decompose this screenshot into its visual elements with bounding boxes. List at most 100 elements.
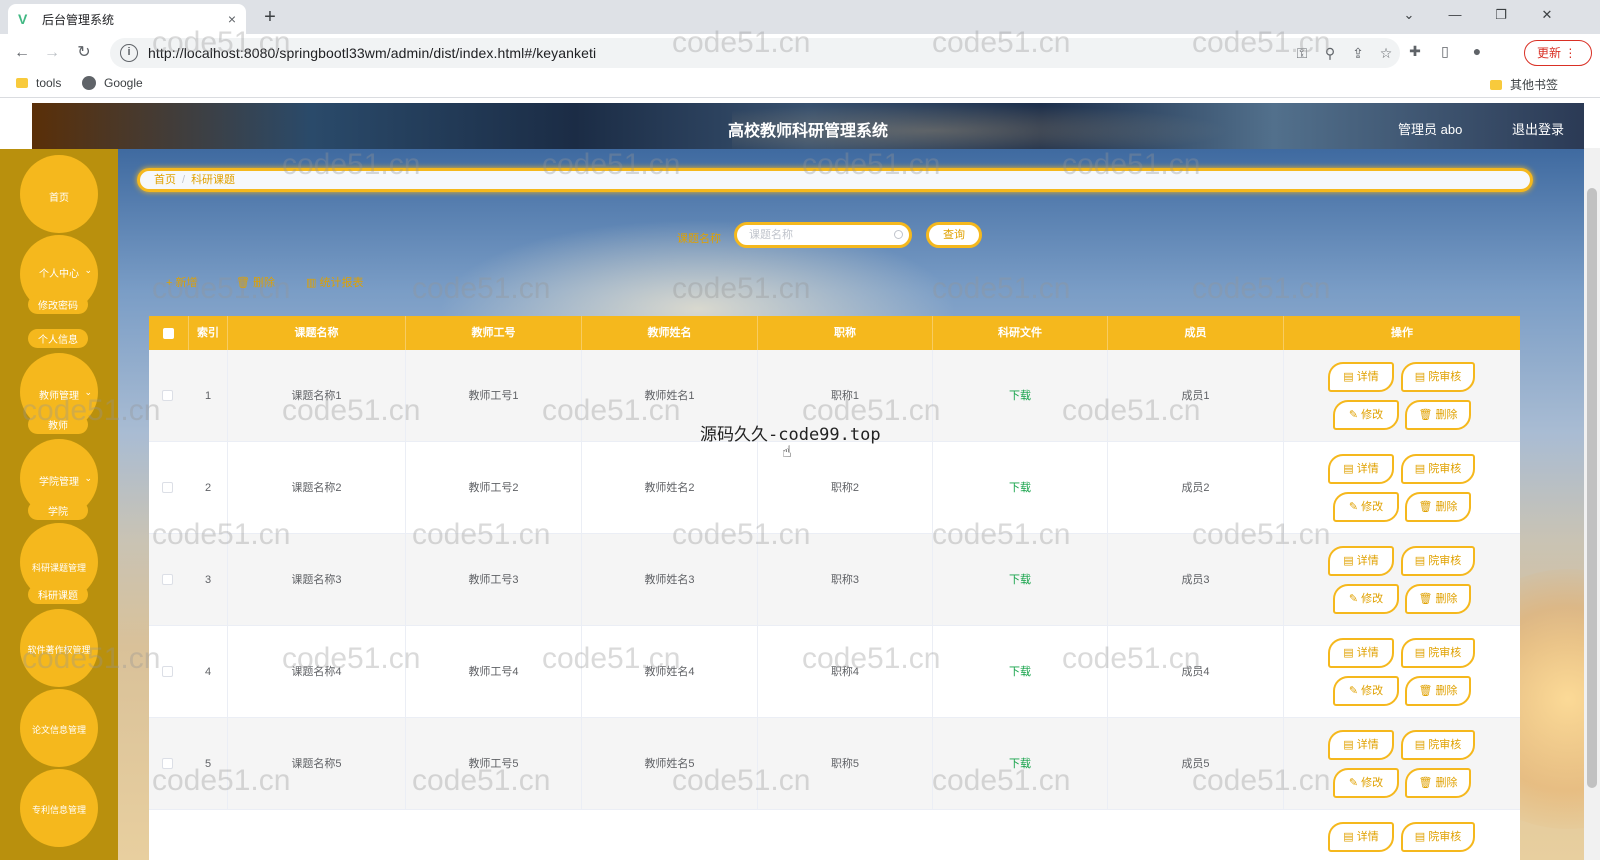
edit-label: 修改 bbox=[1361, 409, 1384, 421]
sidebar-sub-personal-info[interactable]: 个人信息 bbox=[28, 329, 88, 348]
search-input[interactable]: 课题名称 bbox=[734, 222, 912, 248]
reload-icon[interactable]: ↻ bbox=[72, 41, 96, 65]
star-icon[interactable]: ☆ bbox=[1372, 45, 1400, 62]
bookmark-tools[interactable]: tools bbox=[16, 76, 61, 90]
edit-label: 修改 bbox=[1361, 593, 1384, 605]
browser-tab[interactable]: V 后台管理系统 × bbox=[8, 4, 246, 34]
select-all-checkbox[interactable] bbox=[163, 328, 174, 339]
profile-icon[interactable]: ● bbox=[1466, 43, 1488, 63]
download-link[interactable]: 下载 bbox=[933, 718, 1108, 810]
detail-button[interactable]: ▤ 详情 bbox=[1328, 546, 1394, 576]
row-checkbox[interactable] bbox=[162, 574, 173, 585]
row-checkbox[interactable] bbox=[162, 390, 173, 401]
delete-button[interactable]: 🗑 删除 bbox=[1405, 768, 1471, 798]
download-link[interactable]: 下载 bbox=[933, 350, 1108, 442]
row-checkbox[interactable] bbox=[162, 666, 173, 677]
cell-index: 1 bbox=[189, 350, 228, 442]
batch-delete-button[interactable]: 🗑 删除 bbox=[236, 274, 275, 290]
cell-teacher-name: 教师姓名5 bbox=[582, 718, 758, 810]
download-link[interactable]: 下载 bbox=[933, 442, 1108, 534]
edit-button[interactable]: ✎ 修改 bbox=[1333, 492, 1399, 522]
chart-icon: ▥ bbox=[306, 277, 317, 289]
bookmark-google[interactable]: Google bbox=[82, 76, 143, 90]
col-index: 索引 bbox=[189, 316, 228, 350]
review-button[interactable]: ▤ 院审核 bbox=[1401, 454, 1475, 484]
download-link[interactable]: 下载 bbox=[933, 626, 1108, 718]
delete-label: 删除 bbox=[1435, 409, 1458, 421]
scrollbar-thumb[interactable] bbox=[1587, 188, 1597, 788]
table-row: ▤ 详情 ▤ 院审核 bbox=[149, 810, 1520, 860]
maximize-button[interactable]: ❐ bbox=[1478, 0, 1524, 30]
sidebar-item-software[interactable]: 软件著作权管理 bbox=[20, 609, 98, 687]
forward-icon[interactable]: → bbox=[40, 41, 64, 65]
detail-button[interactable]: ▤ 详情 bbox=[1328, 730, 1394, 760]
review-button[interactable]: ▤ 院审核 bbox=[1401, 546, 1475, 576]
zoom-icon[interactable]: ⚲ bbox=[1316, 45, 1344, 62]
sidebar-sub-college[interactable]: 学院 bbox=[28, 501, 88, 520]
detail-button[interactable]: ▤ 详情 bbox=[1328, 362, 1394, 392]
row-checkbox[interactable] bbox=[162, 758, 173, 769]
side-panel-icon[interactable]: ▯ bbox=[1434, 43, 1456, 63]
review-button[interactable]: ▤ 院审核 bbox=[1401, 362, 1475, 392]
detail-button[interactable]: ▤ 详情 bbox=[1328, 638, 1394, 668]
delete-button[interactable]: 🗑 删除 bbox=[1405, 400, 1471, 430]
close-window-button[interactable]: ✕ bbox=[1524, 0, 1570, 30]
edit-button[interactable]: ✎ 修改 bbox=[1333, 676, 1399, 706]
address-bar[interactable]: i http://localhost:8080/springbootl33wm/… bbox=[110, 38, 1400, 68]
logout-link[interactable]: 退出登录 bbox=[1512, 119, 1564, 138]
table-row: 2 课题名称2 教师工号2 教师姓名2 职称2 下载 成员2 ▤ 详情 ▤ 院审… bbox=[149, 442, 1520, 534]
chevron-down-icon: ⌄ bbox=[84, 265, 92, 275]
extensions-icon[interactable]: ✚ bbox=[1404, 43, 1426, 63]
cell-teacher-name: 教师姓名3 bbox=[582, 534, 758, 626]
table-row: 3 课题名称3 教师工号3 教师姓名3 职称3 下载 成员3 ▤ 详情 ▤ 院审… bbox=[149, 534, 1520, 626]
sidebar-item-paper[interactable]: 论文信息管理 bbox=[20, 689, 98, 767]
breadcrumb-home[interactable]: 首页 bbox=[154, 174, 176, 186]
row-checkbox[interactable] bbox=[162, 482, 173, 493]
sidebar-sub-change-password[interactable]: 修改密码 bbox=[28, 295, 88, 314]
sidebar-item-home[interactable]: 首页 bbox=[20, 155, 98, 233]
search-button[interactable]: 查询 bbox=[926, 222, 982, 248]
delete-button[interactable]: 🗑 删除 bbox=[1405, 492, 1471, 522]
review-label: 院审核 bbox=[1428, 555, 1462, 567]
site-info-icon[interactable]: i bbox=[120, 44, 138, 62]
update-button[interactable]: 更新 ⋮ bbox=[1524, 40, 1592, 66]
delete-button[interactable]: 🗑 删除 bbox=[1405, 676, 1471, 706]
edit-button[interactable]: ✎ 修改 bbox=[1333, 768, 1399, 798]
sidebar-sub-topic[interactable]: 科研课题 bbox=[28, 585, 88, 604]
sidebar: 首页 个人中心 ⌄ 修改密码 个人信息 教师管理 ⌄ 教师 学院管理 ⌄ 学院 … bbox=[0, 149, 118, 860]
back-icon[interactable]: ← bbox=[10, 41, 34, 65]
page-scrollbar[interactable] bbox=[1584, 148, 1600, 860]
detail-button[interactable]: ▤ 详情 bbox=[1328, 822, 1394, 852]
sidebar-label: 首页 bbox=[49, 193, 69, 204]
table-row: 4 课题名称4 教师工号4 教师姓名4 职称4 下载 成员4 ▤ 详情 ▤ 院审… bbox=[149, 626, 1520, 718]
key-icon[interactable]: ⚿ bbox=[1288, 45, 1316, 62]
review-button[interactable]: ▤ 院审核 bbox=[1401, 638, 1475, 668]
delete-label: 删除 bbox=[1435, 501, 1458, 513]
col-file: 科研文件 bbox=[933, 316, 1108, 350]
sidebar-item-patent[interactable]: 专利信息管理 bbox=[20, 769, 98, 847]
detail-button[interactable]: ▤ 详情 bbox=[1328, 454, 1394, 484]
col-teacher-name: 教师姓名 bbox=[582, 316, 758, 350]
cell-name: 课题名称5 bbox=[228, 718, 406, 810]
close-tab-icon[interactable]: × bbox=[228, 11, 236, 27]
delete-button[interactable]: 🗑 删除 bbox=[1405, 584, 1471, 614]
edit-button[interactable]: ✎ 修改 bbox=[1333, 400, 1399, 430]
review-button[interactable]: ▤ 院审核 bbox=[1401, 730, 1475, 760]
cell-teacher-name: 教师姓名4 bbox=[582, 626, 758, 718]
tab-search-icon[interactable]: ⌄ bbox=[1386, 0, 1432, 30]
sidebar-label: 科研课题管理 bbox=[31, 563, 86, 573]
new-tab-button[interactable]: + bbox=[256, 5, 284, 29]
add-button[interactable]: + 新增 bbox=[166, 274, 197, 290]
download-link[interactable]: 下载 bbox=[933, 534, 1108, 626]
col-title: 职称 bbox=[758, 316, 933, 350]
review-button[interactable]: ▤ 院审核 bbox=[1401, 822, 1475, 852]
minimize-button[interactable]: — bbox=[1432, 0, 1478, 30]
bookmark-label: tools bbox=[36, 76, 62, 90]
report-button[interactable]: ▥ 统计报表 bbox=[306, 274, 363, 290]
share-icon[interactable]: ⇪ bbox=[1344, 45, 1372, 62]
other-bookmarks[interactable]: 其他书签 bbox=[1490, 76, 1558, 93]
edit-label: 修改 bbox=[1361, 501, 1384, 513]
edit-button[interactable]: ✎ 修改 bbox=[1333, 584, 1399, 614]
sidebar-sub-teacher[interactable]: 教师 bbox=[28, 415, 88, 434]
cell-name: 课题名称4 bbox=[228, 626, 406, 718]
